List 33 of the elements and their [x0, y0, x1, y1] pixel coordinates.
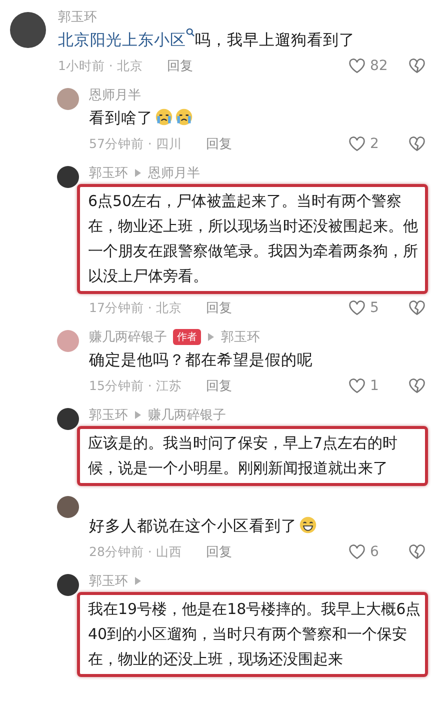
search-link[interactable]: 北京阳光上东小区 — [58, 31, 195, 49]
like-button[interactable]: 1 — [348, 377, 394, 395]
user-name[interactable]: 郭玉环 — [89, 406, 128, 424]
reply-link[interactable]: 回复 — [206, 543, 232, 561]
reply-target-name[interactable]: 恩师月半 — [148, 164, 200, 182]
user-name[interactable]: 郭玉环 — [58, 8, 97, 26]
time-location: 1小时前 · 北京 — [58, 58, 143, 74]
time-location: 28分钟前 · 山西 — [89, 544, 182, 560]
reply-target-name[interactable]: 赚几两碎银子 — [148, 406, 226, 424]
comment-text: 好多人都说在这个小区看到了 — [89, 514, 426, 538]
highlighted-comment-text: 6点50左右，尸体被盖起来了。当时有两个警察在，物业还上班，所以现场当时还没被围起来。他一个朋友在跟警察做笔录。我因为牵着两条狗，所以没上尸体旁看。 — [77, 184, 428, 294]
like-button[interactable]: 6 — [348, 543, 394, 561]
author-badge: 作者 — [173, 329, 201, 345]
comment-text: 北京阳光上东小区 吗，我早上遛狗看到了 — [58, 28, 426, 52]
highlighted-comment-text: 我在19号楼，他是在18号楼摔的。我早上大概6点40到的小区遛狗，当时只有两个警察和一个保安在，物业的还没上班，现场还没围起来 — [77, 592, 428, 677]
time-location: 57分钟前 · 四川 — [89, 136, 182, 152]
user-name[interactable]: 郭玉环 — [89, 164, 128, 182]
user-name[interactable]: 恩师月半 — [89, 86, 141, 104]
comment-text: 确定是他吗？都在希望是假的呢 — [89, 350, 314, 371]
comment-text: 看到啥了 — [89, 106, 426, 130]
reply-link[interactable]: 回复 — [166, 57, 193, 75]
reply-link[interactable]: 回复 — [206, 135, 232, 153]
user-name[interactable]: 郭玉环 — [89, 572, 128, 590]
time-location: 17分钟前 · 北京 — [89, 300, 182, 316]
user-name[interactable]: 赚几两碎银子 — [89, 328, 167, 346]
highlighted-comment-text: 应该是的。我当时问了保安，早上7点左右的时候，说是一个小明星。刚刚新闻报道就出来了 — [77, 426, 428, 486]
time-location: 15分钟前 · 江苏 — [89, 378, 182, 394]
reply-target-name[interactable]: 郭玉环 — [221, 328, 260, 346]
reply-link[interactable]: 回复 — [206, 299, 232, 317]
like-button[interactable]: 5 — [348, 299, 394, 317]
reply-link[interactable]: 回复 — [206, 377, 232, 395]
like-button[interactable]: 82 — [348, 57, 394, 75]
like-button[interactable]: 2 — [348, 135, 394, 153]
